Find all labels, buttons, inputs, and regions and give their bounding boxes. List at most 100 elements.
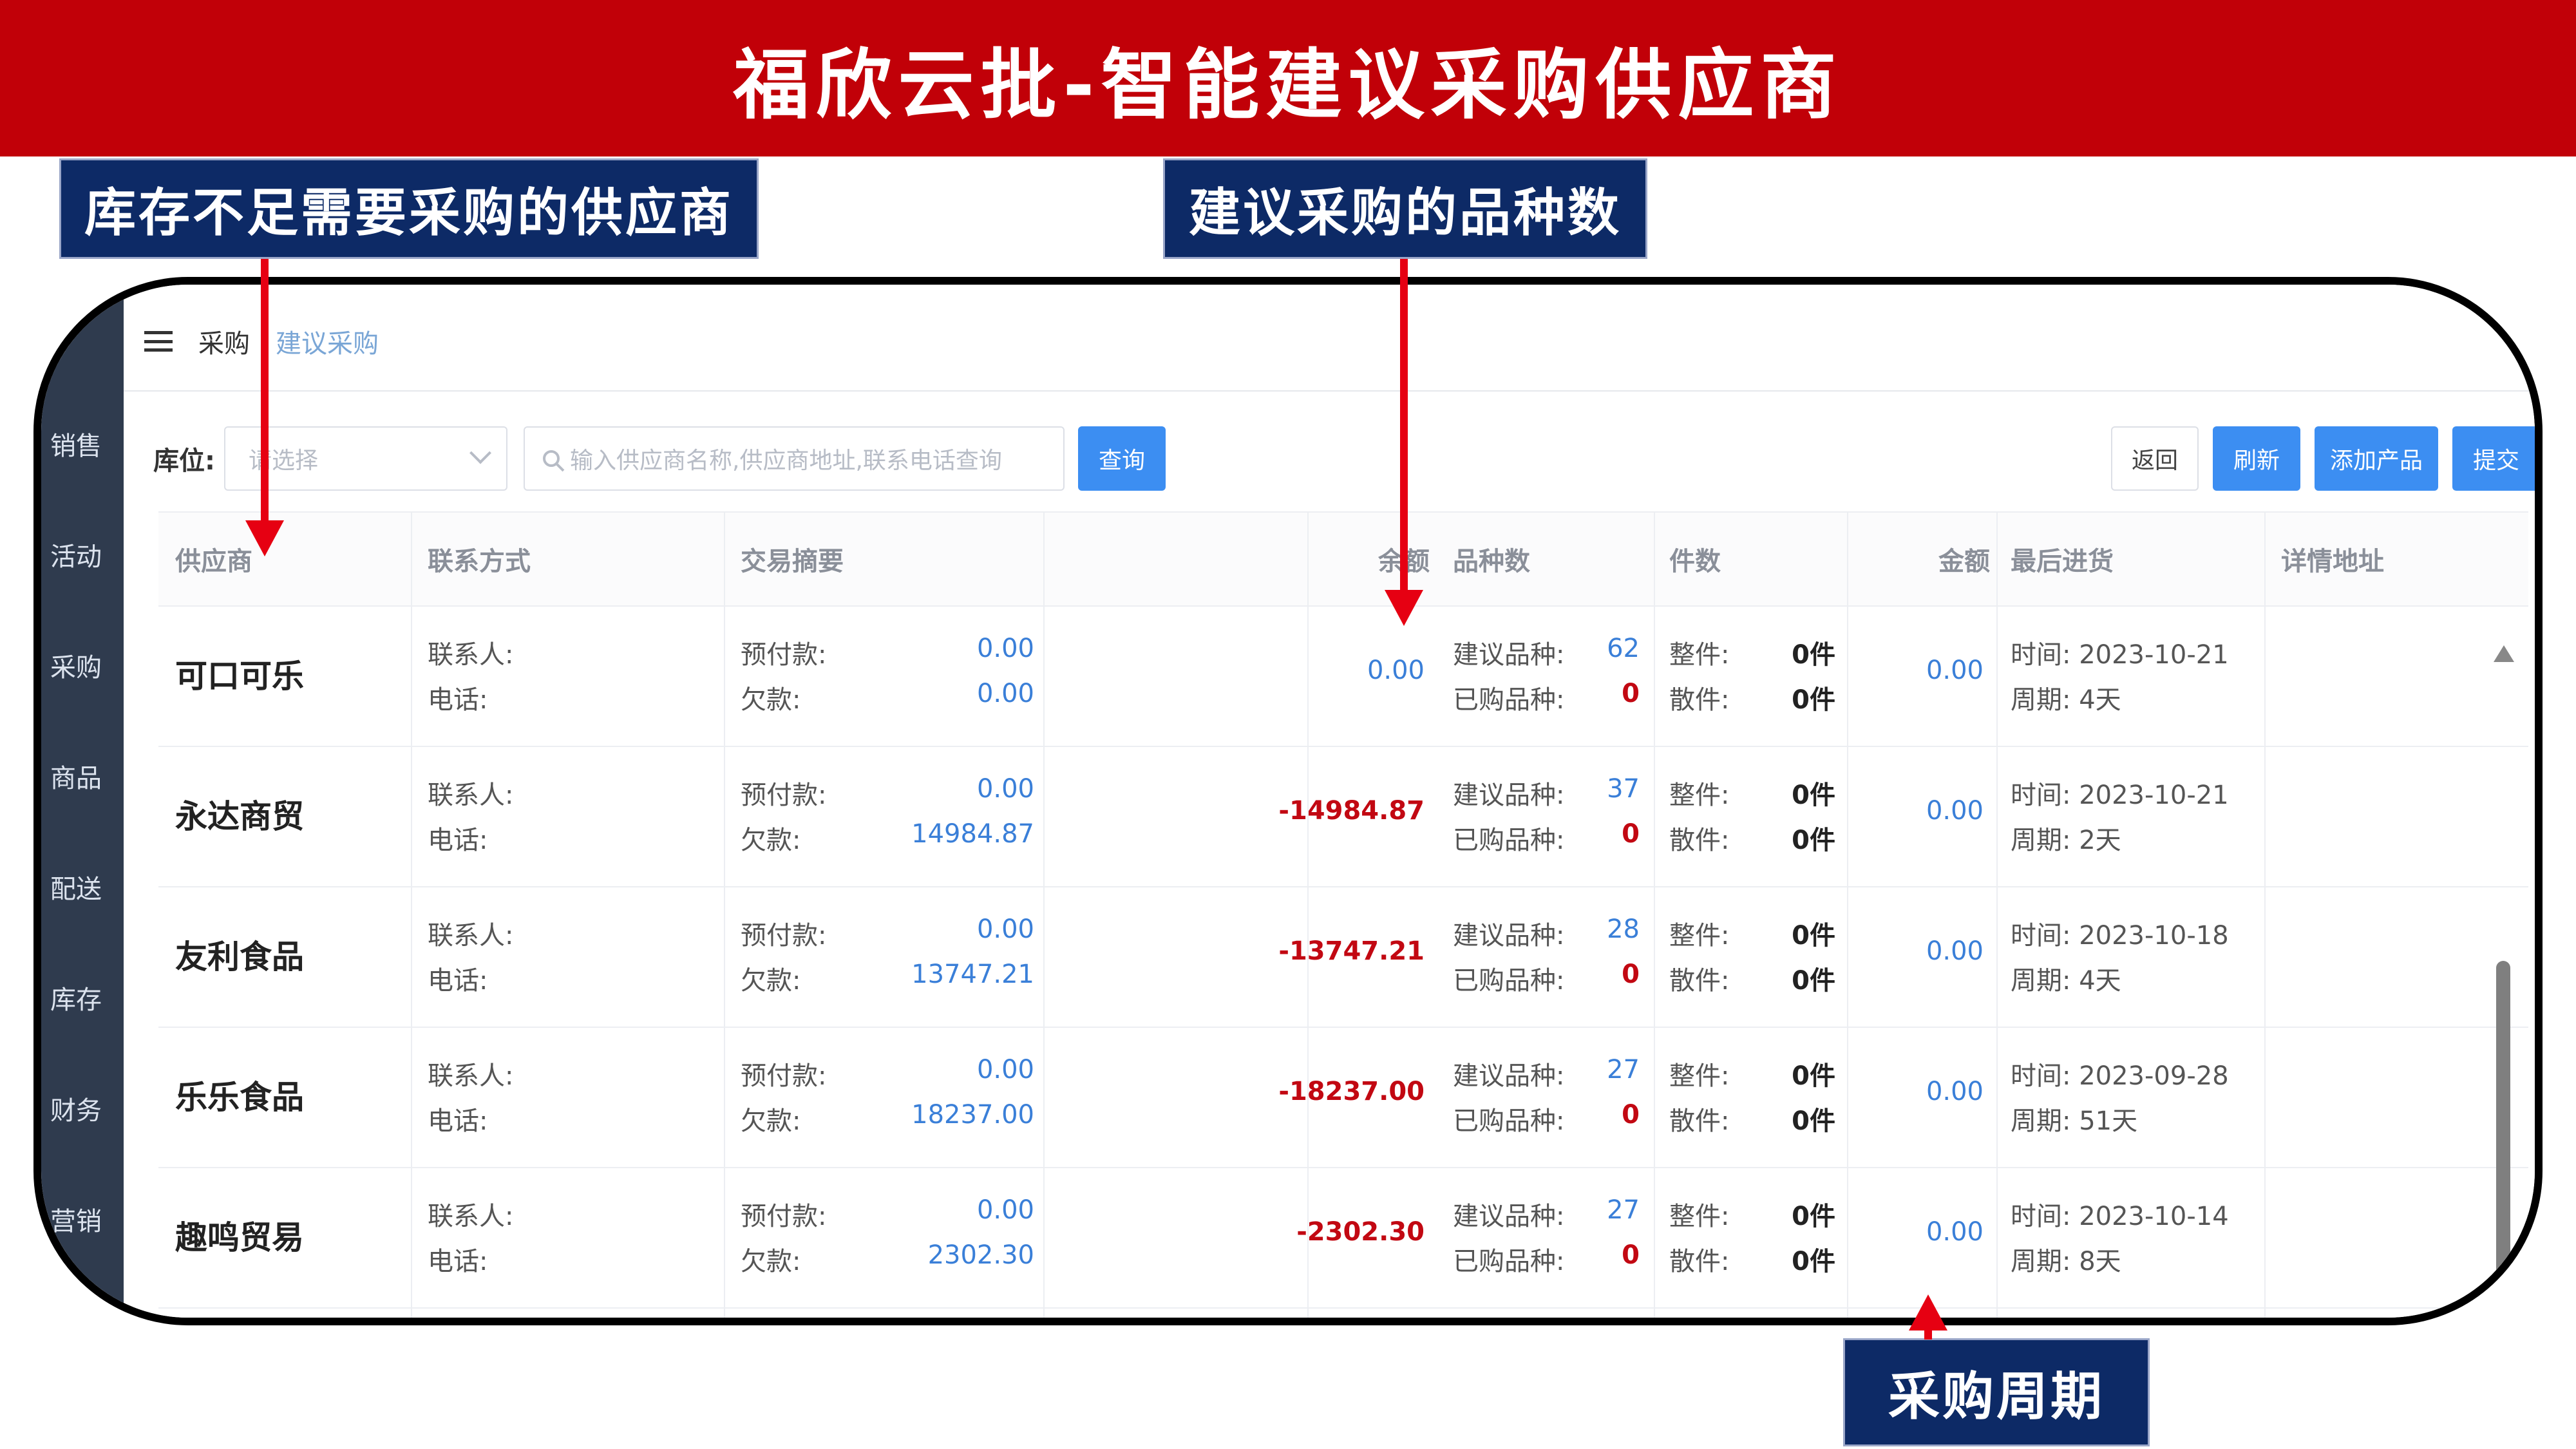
loose-pieces-label: 散件: — [1669, 826, 1730, 855]
loose-pieces-value: 0件 — [1792, 1106, 1835, 1136]
purchase-cycle: 周期: 4天 — [2011, 685, 2121, 715]
column-divider — [1043, 511, 1045, 1318]
add-product-button[interactable]: 添加产品 — [2315, 426, 2438, 491]
scrollbar-thumb[interactable] — [2496, 961, 2510, 1283]
suggested-variety-label: 建议品种: — [1453, 921, 1565, 951]
whole-pieces-value: 0件 — [1792, 1061, 1835, 1091]
menu-toggle-icon[interactable] — [144, 327, 173, 355]
header-pieces: 件数 — [1669, 547, 1721, 576]
column-divider — [724, 511, 725, 1318]
sidebar-item-finance[interactable]: 财务 — [50, 1090, 128, 1127]
supplier-name: 可口可乐 — [175, 658, 304, 695]
contact-person-label: 联系人: — [428, 1061, 514, 1091]
header-last-purchase: 最后进货 — [2011, 547, 2114, 576]
contact-person-label: 联系人: — [428, 1202, 514, 1231]
supplier-name: 趣鸣贸易 — [175, 1219, 304, 1256]
amount-value: 0.00 — [1926, 1217, 1984, 1247]
loose-pieces-label: 散件: — [1669, 685, 1730, 715]
suggested-variety-value: 28 — [1607, 914, 1640, 944]
loose-pieces-label: 散件: — [1669, 1247, 1730, 1276]
owed-value: 13747.21 — [911, 960, 1034, 989]
whole-pieces-label: 整件: — [1669, 781, 1730, 810]
whole-pieces-value: 0件 — [1792, 640, 1835, 670]
header-variety: 品种数 — [1453, 547, 1530, 576]
sidebar: 销售 活动 采购 商品 配送 库存 财务 营销 — [41, 285, 124, 1318]
sidebar-item-purchase[interactable]: 采购 — [50, 647, 128, 684]
header-supplier: 供应商 — [175, 547, 252, 576]
sidebar-item-marketing[interactable]: 营销 — [50, 1200, 128, 1238]
sidebar-item-products[interactable]: 商品 — [50, 757, 128, 795]
amount-value: 0.00 — [1926, 1077, 1984, 1106]
phone-label: 电话: — [428, 685, 488, 715]
sidebar-item-inventory[interactable]: 库存 — [50, 979, 128, 1016]
loose-pieces-value: 0件 — [1792, 1247, 1835, 1276]
sidebar-item-delivery[interactable]: 配送 — [50, 868, 128, 905]
page-title-banner: 福欣云批-智能建议采购供应商 — [0, 0, 2576, 156]
prepaid-value: 0.00 — [976, 1055, 1034, 1084]
whole-pieces-label: 整件: — [1669, 1061, 1730, 1091]
amount-value: 0.00 — [1926, 796, 1984, 826]
prepaid-label: 预付款: — [741, 1202, 827, 1231]
callout-cycle: 采购周期 — [1843, 1338, 2150, 1446]
scroll-up-icon[interactable] — [2494, 645, 2514, 662]
supplier-name: 乐乐食品 — [175, 1079, 304, 1116]
phone-label: 电话: — [428, 966, 488, 996]
balance-value: -2302.30 — [1296, 1217, 1425, 1247]
owed-value: 0.00 — [976, 679, 1034, 708]
back-button[interactable]: 返回 — [2111, 426, 2199, 491]
purchased-variety-label: 已购品种: — [1453, 826, 1565, 855]
query-button[interactable]: 查询 — [1078, 426, 1166, 491]
sidebar-item-sales[interactable]: 销售 — [50, 425, 128, 462]
header-divider — [124, 390, 2535, 392]
last-purchase-time: 时间: 2023-10-18 — [2011, 921, 2229, 951]
prepaid-value: 0.00 — [976, 634, 1034, 663]
refresh-button[interactable]: 刷新 — [2213, 426, 2300, 491]
arrow-suppliers-head — [245, 520, 284, 556]
prepaid-label: 预付款: — [741, 640, 827, 670]
suggested-variety-value: 62 — [1607, 634, 1640, 663]
purchased-variety-label: 已购品种: — [1453, 1106, 1565, 1136]
search-input[interactable]: 输入供应商名称,供应商地址,联系电话查询 — [524, 426, 1065, 491]
breadcrumb-parent[interactable]: 采购 — [198, 323, 250, 360]
suggested-variety-value: 37 — [1607, 774, 1640, 804]
chevron-down-icon — [469, 442, 491, 464]
header-balance: 余额 — [1060, 513, 1430, 605]
table-row: 可口可乐 联系人: 电话: 预付款: 欠款: 0.00 0.00 0.00 建议品种: 已购品种:… — [158, 605, 2528, 747]
purchase-cycle: 周期: 4天 — [2011, 966, 2121, 996]
arrow-cycle-shaft — [1924, 1327, 1932, 1340]
whole-pieces-value: 0件 — [1792, 1202, 1835, 1231]
submit-button[interactable]: 提交 — [2452, 426, 2535, 491]
app-window: 销售 活动 采购 商品 配送 库存 财务 营销 采购 建议采购 库位: 请选择 … — [33, 277, 2543, 1325]
balance-value: -14984.87 — [1278, 796, 1425, 826]
last-purchase-time: 时间: 2023-09-28 — [2011, 1061, 2229, 1091]
column-divider — [2264, 511, 2266, 1318]
table-row: 永达商贸 联系人: 电话: 预付款: 欠款: 0.00 14984.87 -14984.87 建… — [158, 746, 2528, 887]
column-divider — [1307, 511, 1309, 1318]
last-purchase-time: 时间: 2023-10-21 — [2011, 781, 2229, 810]
table-header: 供应商 联系方式 交易摘要 余额 品种数 件数 金额 最后进货 详情地址 操作 — [158, 511, 2528, 607]
header-summary: 交易摘要 — [741, 547, 844, 576]
purchased-variety-value: 0 — [1622, 679, 1640, 708]
column-divider — [2536, 511, 2537, 1325]
warehouse-select-placeholder: 请选择 — [249, 448, 319, 474]
sidebar-item-activity[interactable]: 活动 — [50, 536, 128, 573]
last-purchase-time: 时间: 2023-10-21 — [2011, 640, 2229, 670]
purchased-variety-label: 已购品种: — [1453, 966, 1565, 996]
purchased-variety-value: 0 — [1622, 819, 1640, 849]
column-divider — [411, 511, 412, 1318]
suggested-variety-label: 建议品种: — [1453, 640, 1565, 670]
whole-pieces-label: 整件: — [1669, 921, 1730, 951]
purchased-variety-value: 0 — [1622, 960, 1640, 989]
main-content: 采购 建议采购 库位: 请选择 输入供应商名称,供应商地址,联系电话查询 查询 … — [124, 285, 2535, 1318]
warehouse-label: 库位: — [153, 446, 215, 476]
owed-label: 欠款: — [741, 1106, 801, 1136]
table-scrollbar[interactable] — [2494, 645, 2514, 1318]
owed-value: 2302.30 — [927, 1240, 1034, 1270]
loose-pieces-value: 0件 — [1792, 826, 1835, 855]
prepaid-label: 预付款: — [741, 921, 827, 951]
column-divider — [1654, 511, 1655, 1318]
suggested-variety-value: 27 — [1607, 1055, 1640, 1084]
callout-suppliers: 库存不足需要采购的供应商 — [59, 158, 759, 259]
prepaid-value: 0.00 — [976, 774, 1034, 804]
prepaid-label: 预付款: — [741, 1061, 827, 1091]
